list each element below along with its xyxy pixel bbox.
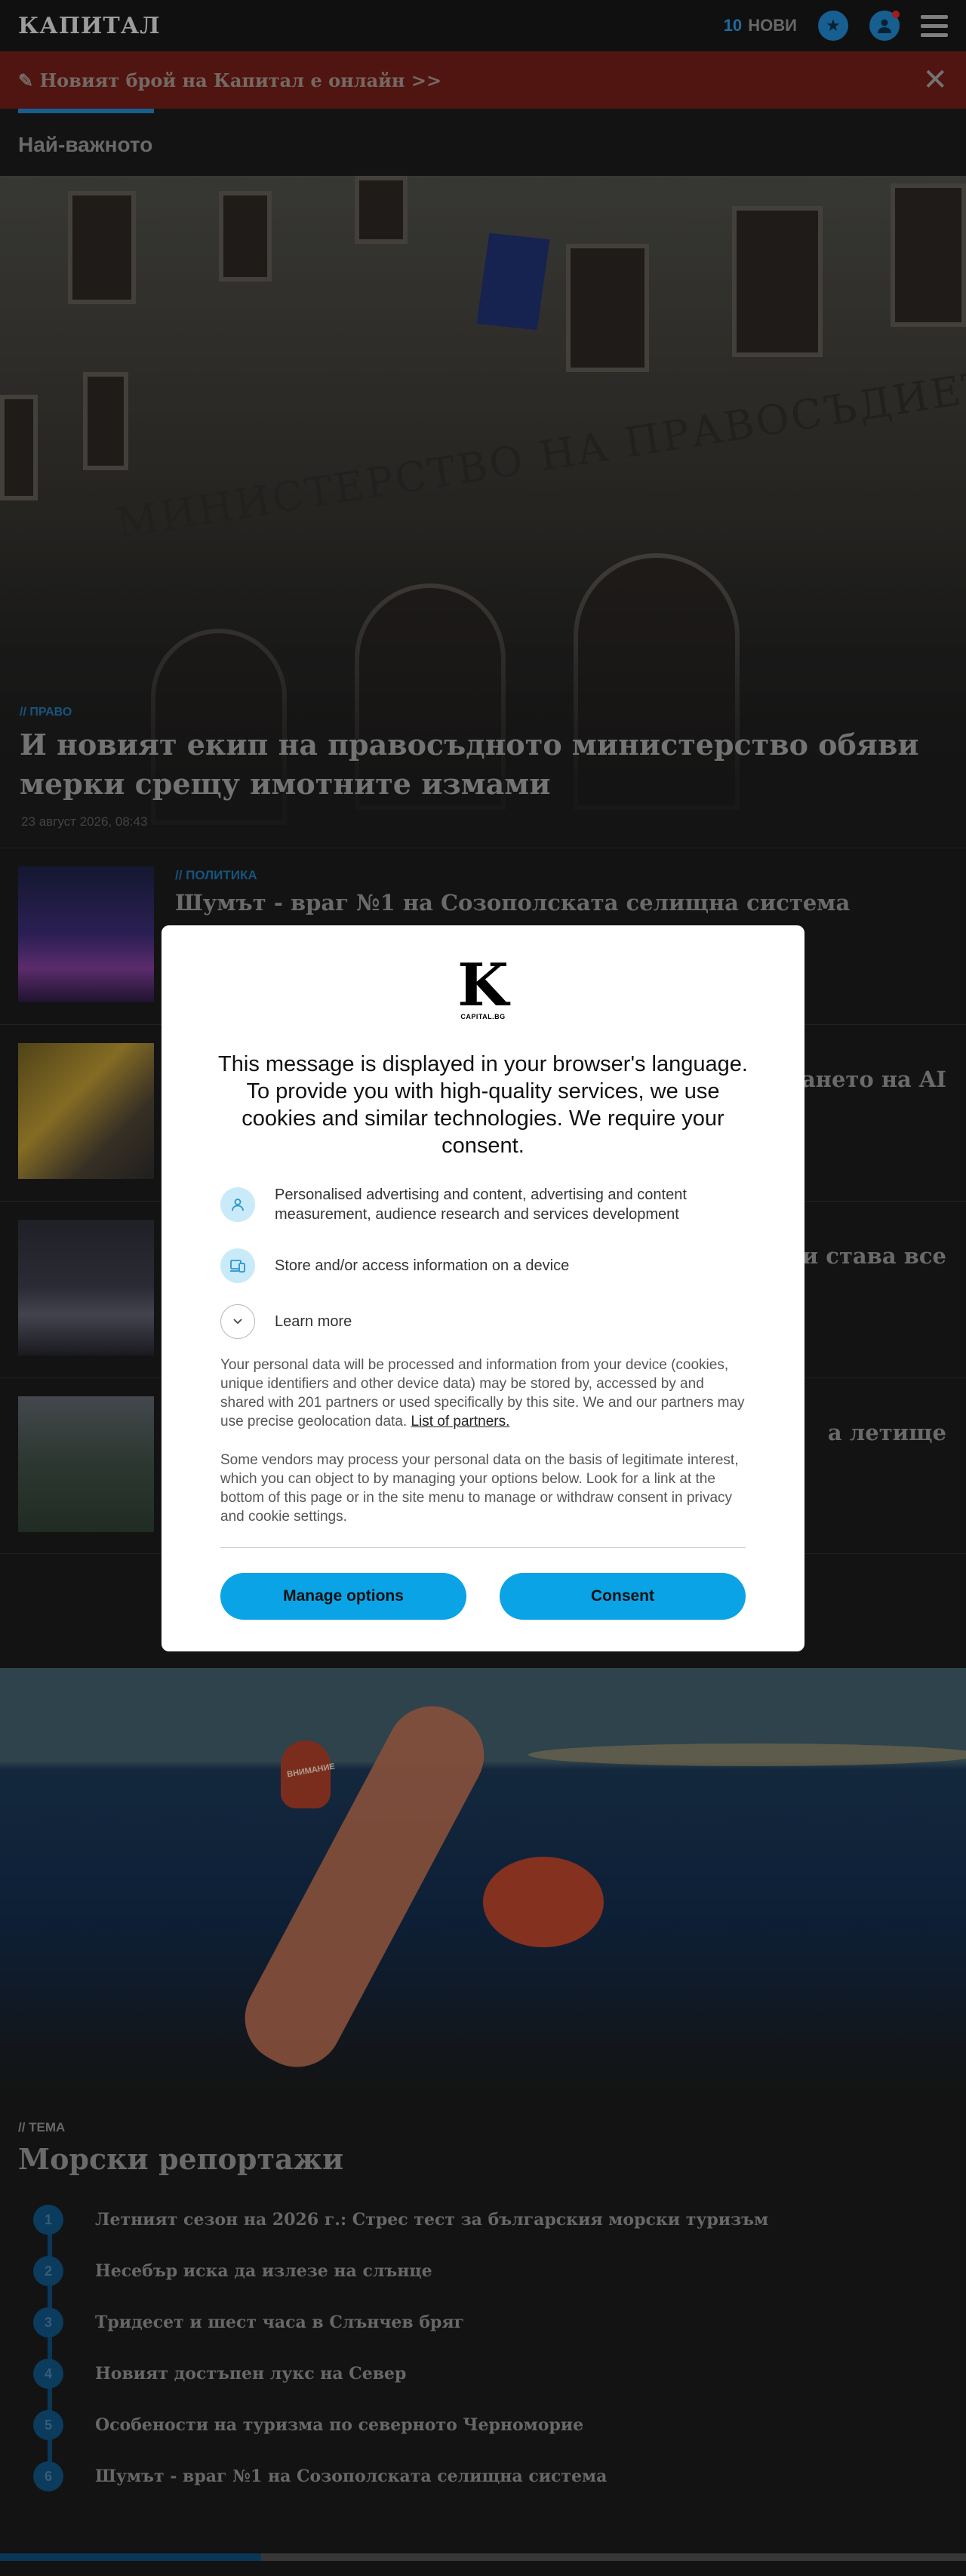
learn-more-label: Learn more: [275, 1313, 352, 1330]
consent-purpose-text: Store and/or access information on a dev…: [275, 1257, 570, 1274]
logo-letter: K: [457, 951, 509, 1020]
modal-divider: [220, 1547, 746, 1548]
consent-purpose[interactable]: Personalised advertising and content, ad…: [220, 1185, 758, 1224]
logo-caption: CAPITAL.BG: [460, 1013, 506, 1020]
manage-options-button[interactable]: Manage options: [220, 1573, 466, 1620]
consent-heading: This message is displayed in your browse…: [218, 1052, 748, 1158]
consent-paragraph: Some vendors may process your personal d…: [220, 1452, 739, 1525]
consent-purpose-text: Personalised advertising and content, ad…: [275, 1186, 687, 1223]
partners-link[interactable]: List of partners.: [411, 1414, 509, 1430]
chevron-down-icon: [220, 1304, 255, 1339]
consent-button[interactable]: Consent: [500, 1573, 746, 1620]
consent-dialog: K CAPITAL.BG This message is displayed i…: [162, 925, 804, 1651]
consent-paragraph: Your personal data will be processed and…: [220, 1356, 749, 1431]
learn-more-toggle[interactable]: Learn more: [220, 1304, 758, 1339]
device-icon: [220, 1248, 255, 1283]
person-icon: [220, 1187, 255, 1222]
capital-logo: K CAPITAL.BG: [456, 951, 510, 1025]
consent-purpose[interactable]: Store and/or access information on a dev…: [220, 1248, 758, 1283]
